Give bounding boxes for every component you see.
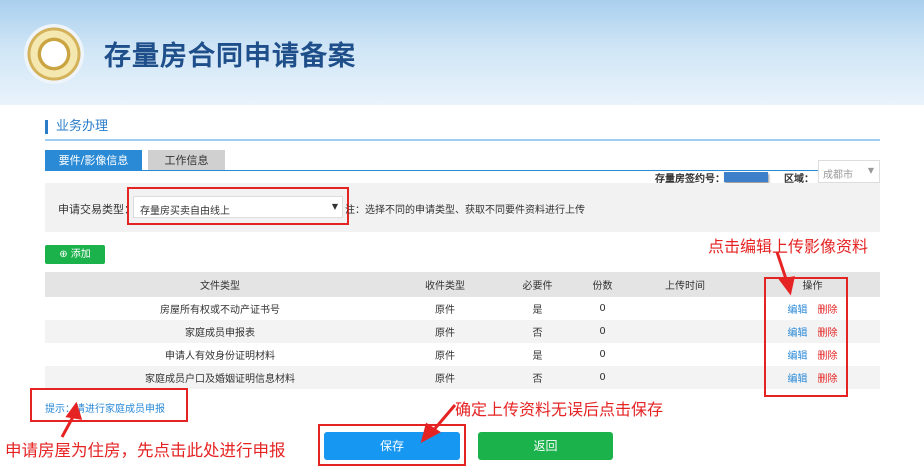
arrow-icon bbox=[430, 404, 457, 433]
arrow-icon bbox=[60, 414, 76, 438]
arrow-head-icon bbox=[65, 401, 83, 420]
arrow-icon bbox=[775, 251, 789, 283]
annotation-arrows bbox=[60, 251, 795, 443]
arrow-head-icon bbox=[778, 276, 795, 296]
